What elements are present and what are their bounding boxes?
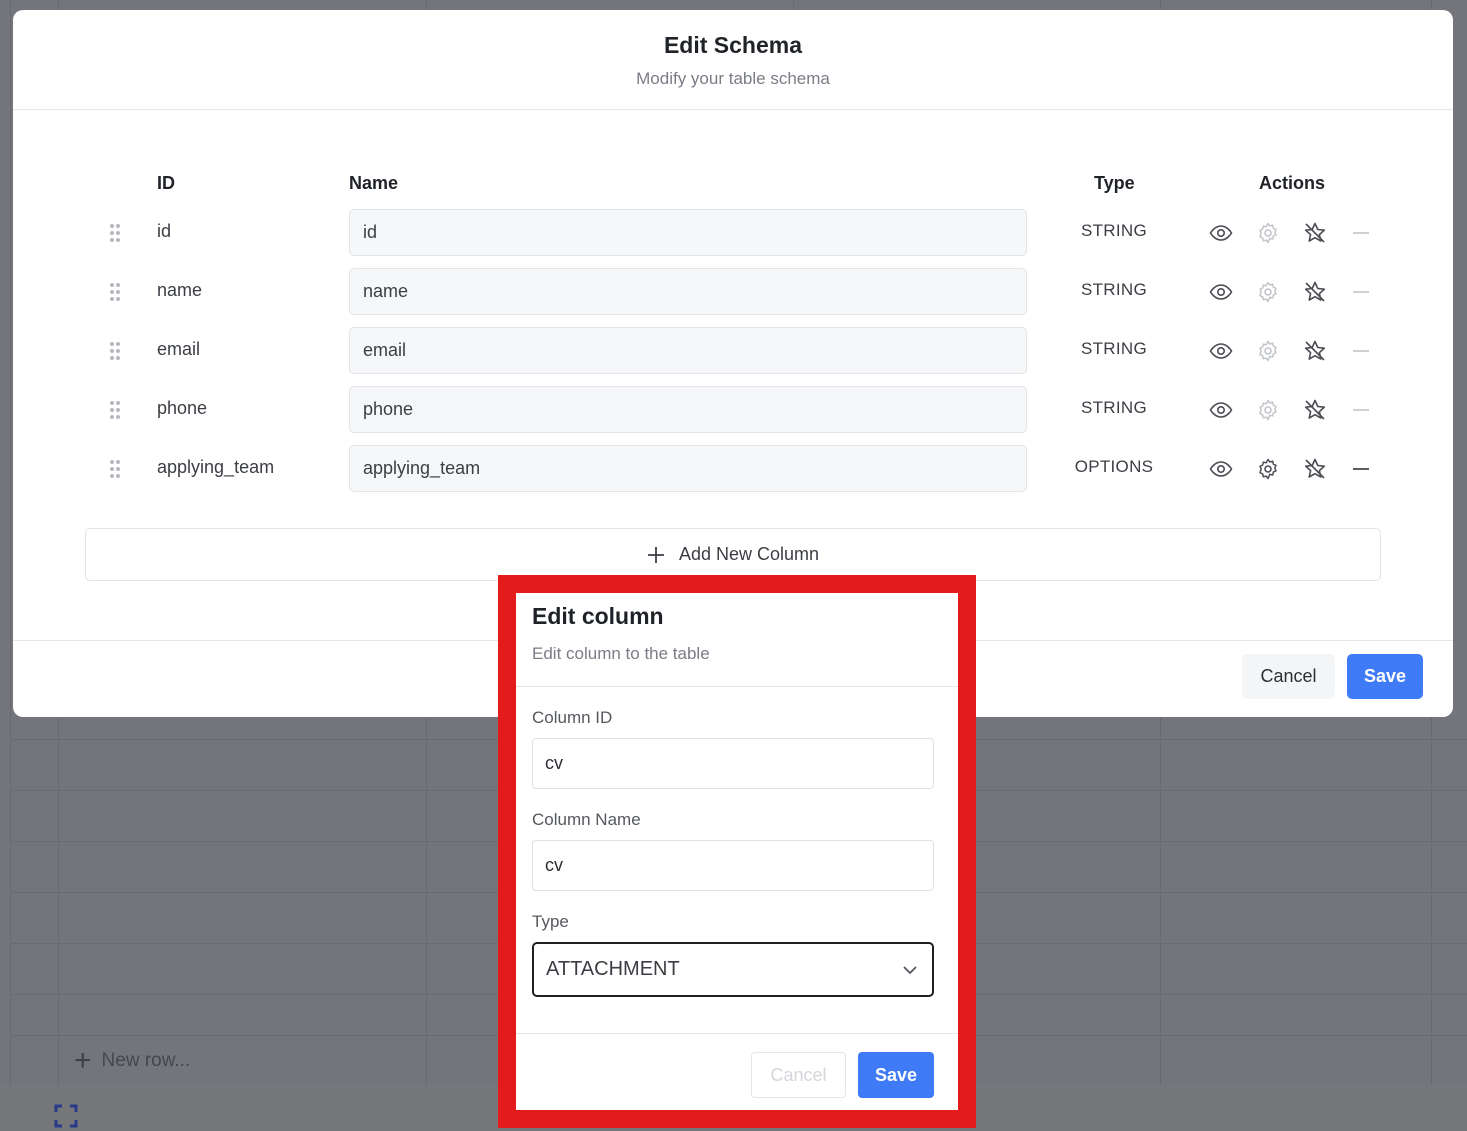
dialog-cancel-button[interactable]: Cancel [751,1052,846,1098]
schema-row: email email STRING [13,327,1453,374]
column-id-label: Column ID [532,708,613,727]
schema-row: name name STRING [13,268,1453,315]
column-type: STRING [1080,280,1148,299]
plus-icon [647,546,664,563]
header-type: Type [1094,173,1135,193]
new-row-label: New row... [101,1050,191,1071]
star-off-icon[interactable] [1303,280,1327,304]
remove-icon [1353,232,1369,234]
column-id: applying_team [157,457,275,477]
remove-icon [1353,350,1369,352]
column-type: STRING [1080,221,1148,240]
column-name-input[interactable]: email [349,327,1027,374]
dialog-save-button[interactable]: Save [858,1052,934,1098]
star-off-icon[interactable] [1303,221,1327,245]
column-type: STRING [1080,339,1148,358]
dialog-footer-divider [516,1033,958,1034]
eye-icon[interactable] [1209,280,1233,304]
remove-icon [1353,409,1369,411]
drag-handle-icon[interactable] [109,341,121,361]
star-off-icon[interactable] [1303,398,1327,422]
gear-icon [1259,222,1277,244]
column-name-input[interactable]: phone [349,386,1027,433]
chevron-down-icon [903,965,917,974]
dialog-header: Edit column Edit column to the table [516,593,958,687]
column-id-input[interactable]: cv [532,738,934,789]
schema-row: id id STRING [13,209,1453,256]
save-button[interactable]: Save [1347,654,1423,699]
header-actions: Actions [1259,173,1326,193]
column-name-input[interactable]: name [349,268,1027,315]
schema-row: phone phone STRING [13,386,1453,433]
gear-icon [1259,340,1277,362]
drag-handle-icon[interactable] [109,282,121,302]
star-off-icon[interactable] [1303,457,1327,481]
type-select-value: ATTACHMENT [546,958,680,980]
dialog-subtitle: Edit column to the table [532,644,710,663]
plus-icon: + [74,1044,92,1077]
drag-handle-icon[interactable] [109,459,121,479]
column-type: STRING [1080,398,1148,417]
gear-icon[interactable] [1256,457,1280,481]
column-id: email [157,339,201,359]
eye-icon[interactable] [1209,339,1233,363]
modal-subtitle: Modify your table schema [636,69,830,88]
eye-icon[interactable] [1209,221,1233,245]
type-select[interactable]: ATTACHMENT [532,942,934,997]
remove-icon [1353,291,1369,293]
add-new-column-button[interactable]: Add New Column [85,528,1381,581]
column-type: OPTIONS [1074,457,1154,476]
eye-icon[interactable] [1209,398,1233,422]
grid-line [10,0,11,1085]
modal-title: Edit Schema [663,32,803,58]
column-name-label: Column Name [532,810,641,829]
new-row-button[interactable]: + New row... [74,1046,190,1076]
column-id: name [157,280,203,300]
gear-icon [1259,281,1277,303]
remove-icon[interactable] [1349,457,1373,481]
gear-icon [1259,399,1277,421]
column-name-input[interactable]: cv [532,840,934,891]
type-label: Type [532,912,569,931]
schema-row: applying_team applying_team OPTIONS [13,445,1453,492]
header-id: ID [157,173,175,193]
column-id: id [157,221,172,241]
add-new-column-label: Add New Column [678,544,820,564]
column-id: phone [157,398,208,418]
star-off-icon[interactable] [1303,339,1327,363]
column-name-input[interactable]: id [349,209,1027,256]
expand-icon[interactable] [54,1104,78,1128]
header-name: Name [349,173,399,193]
drag-handle-icon[interactable] [109,400,121,420]
cancel-button[interactable]: Cancel [1242,654,1335,699]
edit-column-dialog: Edit column Edit column to the table Col… [516,593,958,1110]
column-name-input[interactable]: applying_team [349,445,1027,492]
eye-icon[interactable] [1209,457,1233,481]
dialog-title: Edit column [532,603,664,629]
drag-handle-icon[interactable] [109,223,121,243]
modal-header: Edit Schema Modify your table schema [13,10,1453,110]
